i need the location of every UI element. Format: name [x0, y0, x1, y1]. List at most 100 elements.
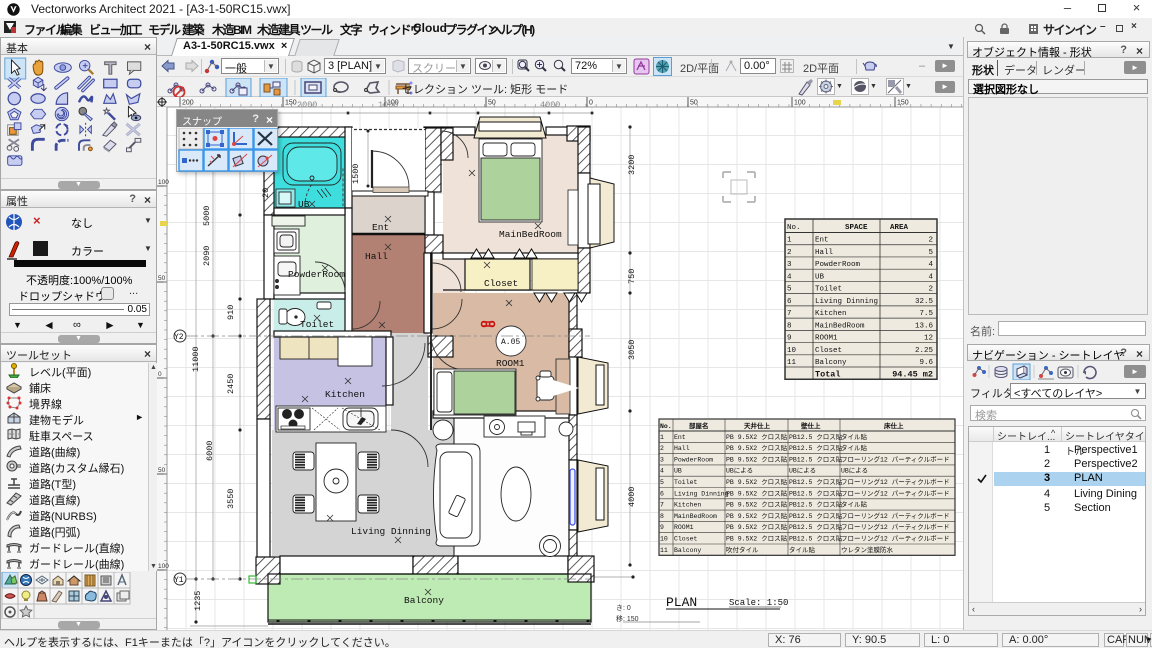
- svg-text:9: 9: [660, 524, 664, 531]
- svg-text:UB: UB: [298, 199, 310, 210]
- svg-text:Toilet: Toilet: [300, 319, 334, 330]
- svg-text:タイル貼: タイル貼: [841, 443, 868, 452]
- svg-text:Hall: Hall: [674, 445, 690, 452]
- svg-text:Kitchen: Kitchen: [674, 502, 701, 509]
- svg-text:910: 910: [226, 305, 236, 320]
- svg-text:PowderRoom: PowderRoom: [674, 456, 713, 463]
- svg-text:No.: No.: [660, 423, 672, 430]
- svg-text:50: 50: [158, 467, 166, 474]
- svg-text:Toilet: Toilet: [674, 479, 698, 486]
- svg-text:PB12.5 クロス貼: PB12.5 クロス貼: [789, 534, 843, 543]
- svg-text:床仕上: 床仕上: [884, 421, 904, 430]
- svg-text:フローリング12 パーティクルボード: フローリング12 パーティクルボード: [841, 511, 950, 520]
- svg-text:150: 150: [897, 100, 909, 107]
- svg-text:1000: 1000: [378, 100, 398, 110]
- svg-text:Living Dinning: Living Dinning: [351, 526, 431, 537]
- svg-text:2.25: 2.25: [915, 347, 934, 355]
- svg-text:Ent: Ent: [372, 222, 389, 233]
- svg-text:ROOM1: ROOM1: [496, 358, 525, 369]
- svg-text:2: 2: [787, 249, 792, 257]
- svg-text:PLAN: PLAN: [666, 595, 697, 610]
- svg-text:2: 2: [928, 237, 933, 245]
- svg-text:Living Dinning: Living Dinning: [815, 298, 878, 306]
- svg-text:PB12.5 クロス貼: PB12.5 クロス貼: [789, 522, 843, 531]
- svg-text:Toilet: Toilet: [815, 286, 842, 294]
- svg-text:PB 9.5X2 クロス貼: PB 9.5X2 クロス貼: [726, 534, 788, 543]
- svg-text:フローリング12 パーティクルボード: フローリング12 パーティクルボード: [841, 488, 950, 497]
- svg-text:部屋名: 部屋名: [689, 421, 709, 430]
- svg-text:タイル貼: タイル貼: [841, 432, 868, 441]
- svg-text:6: 6: [787, 298, 792, 306]
- svg-text:Balcony: Balcony: [404, 595, 444, 606]
- svg-text:PB 9.5X2 クロス貼: PB 9.5X2 クロス貼: [726, 488, 788, 497]
- svg-text:10: 10: [787, 347, 797, 355]
- svg-text:Living Dinning: Living Dinning: [674, 490, 729, 497]
- svg-text:Balcony: Balcony: [815, 359, 847, 367]
- svg-text:MainBedRoom: MainBedRoom: [499, 229, 562, 240]
- svg-text:2: 2: [928, 286, 933, 294]
- svg-text:PB 9.5X2 クロス貼: PB 9.5X2 クロス貼: [726, 454, 788, 463]
- svg-text:No.: No.: [787, 224, 801, 232]
- svg-text:Hall: Hall: [815, 249, 834, 257]
- svg-text:9.6: 9.6: [919, 359, 933, 367]
- svg-text:A.05: A.05: [501, 338, 520, 347]
- svg-text:3050: 3050: [627, 340, 637, 360]
- svg-text:32.5: 32.5: [915, 298, 934, 306]
- svg-text:7.5: 7.5: [919, 310, 933, 318]
- svg-text:Closet: Closet: [484, 278, 518, 289]
- svg-text:UBによる: UBによる: [726, 467, 753, 475]
- svg-text:PB12.5 クロス貼: PB12.5 クロス貼: [789, 500, 843, 509]
- svg-text:6: 6: [660, 490, 664, 497]
- svg-text:Kitchen: Kitchen: [815, 310, 847, 318]
- svg-text:9: 9: [787, 335, 792, 343]
- svg-text:4000: 4000: [540, 100, 560, 110]
- svg-text:フローリング12 パーティクルボード: フローリング12 パーティクルボード: [841, 522, 950, 531]
- svg-text:4: 4: [787, 273, 792, 281]
- svg-text:8: 8: [787, 322, 792, 330]
- svg-text:2000: 2000: [297, 100, 317, 110]
- svg-text:Hall: Hall: [365, 251, 388, 262]
- svg-text:MainBedRoom: MainBedRoom: [674, 513, 717, 520]
- svg-text:ROOM1: ROOM1: [674, 524, 694, 531]
- svg-text:2450: 2450: [226, 374, 236, 394]
- svg-text:20: 20: [261, 188, 271, 198]
- svg-text:PB12.5 クロス貼: PB12.5 クロス貼: [789, 432, 843, 441]
- svg-text:ROOM1: ROOM1: [815, 335, 838, 343]
- svg-text:200: 200: [182, 100, 194, 107]
- svg-text:SPACE: SPACE: [845, 224, 868, 232]
- svg-text:750: 750: [627, 269, 637, 284]
- svg-text:壁仕上: 壁仕上: [801, 421, 821, 430]
- svg-text:3200: 3200: [627, 155, 637, 175]
- svg-text:100: 100: [794, 100, 806, 107]
- svg-text:10: 10: [660, 536, 668, 543]
- svg-text:94.45 m2: 94.45 m2: [892, 369, 933, 379]
- svg-text:5: 5: [660, 479, 664, 486]
- svg-text:50: 50: [690, 100, 698, 107]
- svg-text:13.6: 13.6: [915, 322, 934, 330]
- svg-text:1500: 1500: [351, 164, 361, 184]
- svg-text:2090: 2090: [202, 246, 212, 266]
- svg-text:11: 11: [660, 547, 668, 554]
- svg-text:11: 11: [787, 359, 797, 367]
- svg-text:0: 0: [158, 371, 162, 378]
- svg-text:1235: 1235: [193, 591, 203, 611]
- svg-text:PB 9.5X2 クロス貼: PB 9.5X2 クロス貼: [726, 477, 788, 486]
- svg-text:Y2: Y2: [174, 333, 184, 342]
- svg-text:フローリング12 パーティクルボード: フローリング12 パーティクルボード: [841, 454, 950, 463]
- svg-text:ウレタン塗膜防水: ウレタン塗膜防水: [841, 545, 894, 554]
- svg-text:4: 4: [928, 261, 933, 269]
- svg-text:UB: UB: [815, 273, 825, 281]
- svg-text:き: 0: き: 0: [616, 604, 631, 612]
- svg-text:フローリング12 パーティクルボード: フローリング12 パーティクルボード: [841, 534, 950, 543]
- svg-text:3: 3: [660, 456, 664, 463]
- svg-text:11000: 11000: [191, 346, 201, 372]
- svg-text:4000: 4000: [627, 487, 637, 507]
- svg-text:Y1: Y1: [174, 576, 184, 585]
- svg-text:5000: 5000: [202, 206, 212, 226]
- svg-text:100: 100: [158, 179, 169, 186]
- svg-text:PB 9.5X2 クロス貼: PB 9.5X2 クロス貼: [726, 432, 788, 441]
- svg-text:Ent: Ent: [815, 237, 829, 245]
- svg-text:7: 7: [660, 502, 664, 509]
- svg-text:PB12.5 クロス貼: PB12.5 クロス貼: [789, 511, 843, 520]
- svg-text:UBによる: UBによる: [841, 467, 868, 475]
